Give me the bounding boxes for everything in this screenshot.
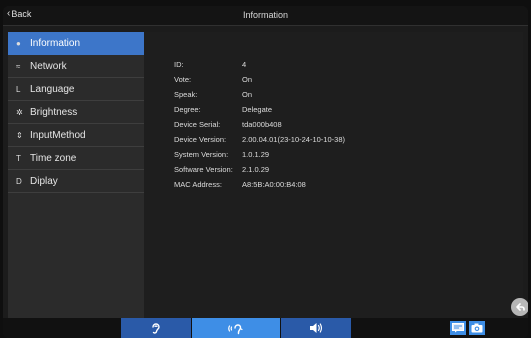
info-row-software-version: Software Version: 2.1.0.29 xyxy=(174,165,269,174)
info-row-degree: Degree: Delegate xyxy=(174,105,272,114)
info-row-speak: Speak: On xyxy=(174,90,252,99)
settings-sidebar: ● Information ≈ Network L Language ✲ Bri… xyxy=(8,32,144,318)
info-label: ID: xyxy=(174,60,184,69)
info-row-device-serial: Device Serial: tda000b408 xyxy=(174,120,282,129)
info-value: On xyxy=(242,75,253,84)
brightness-icon: ✲ xyxy=(16,107,23,117)
speak-icon xyxy=(228,323,243,334)
volume-icon xyxy=(310,323,323,333)
info-row-vote: Vote: On xyxy=(174,75,252,84)
info-label: System Version: xyxy=(174,150,229,159)
return-button[interactable] xyxy=(511,298,528,316)
input-method-icon: ⇕ xyxy=(16,130,23,140)
sidebar-item-label: Brightness xyxy=(30,106,78,118)
camera-icon xyxy=(471,323,483,333)
sidebar-item-language[interactable]: L Language xyxy=(8,78,144,101)
info-row-mac-address: MAC Address: A8:5B:A0:00:B4:08 xyxy=(174,180,306,189)
info-value: Delegate xyxy=(242,105,273,114)
bottom-toolbar xyxy=(3,318,528,338)
info-value: 4 xyxy=(242,60,247,69)
speak-tab[interactable] xyxy=(192,318,280,338)
page-title: Information xyxy=(242,10,289,20)
info-value: On xyxy=(242,90,253,99)
bubble-icon: ● xyxy=(16,38,21,48)
info-value: 1.0.1.29 xyxy=(242,150,270,159)
sidebar-item-label: Time zone xyxy=(30,152,77,164)
sidebar-item-label: Language xyxy=(30,83,75,95)
info-label: Vote: xyxy=(174,75,192,84)
display-icon: D xyxy=(16,176,22,186)
sidebar-item-display[interactable]: D Diplay xyxy=(8,170,144,193)
info-value: 2.1.0.29 xyxy=(242,165,270,174)
sidebar-item-time-zone[interactable]: T Time zone xyxy=(8,147,144,170)
device-screen: ‹ Back Information ● Information ≈ Netwo… xyxy=(3,6,528,338)
chat-button[interactable] xyxy=(450,321,466,335)
sidebar-item-label: Diplay xyxy=(30,175,58,187)
info-label: Device Version: xyxy=(174,135,227,144)
camera-button[interactable] xyxy=(469,321,485,335)
info-label: MAC Address: xyxy=(174,180,222,189)
information-panel: ID: 4 Vote: On Speak: On Degree: Delegat… xyxy=(144,32,523,318)
info-row-system-version: System Version: 1.0.1.29 xyxy=(174,150,269,159)
listen-tab[interactable] xyxy=(121,318,191,338)
info-row-id: ID: 4 xyxy=(174,60,246,69)
language-icon: L xyxy=(16,84,21,94)
info-label: Software Version: xyxy=(174,165,233,174)
sidebar-item-information[interactable]: ● Information xyxy=(8,32,144,55)
sidebar-item-network[interactable]: ≈ Network xyxy=(8,55,144,78)
sidebar-item-label: Information xyxy=(30,37,81,49)
volume-tab[interactable] xyxy=(281,318,351,338)
info-label: Speak: xyxy=(174,90,198,99)
sidebar-item-label: InputMethod xyxy=(30,129,86,141)
time-zone-icon: T xyxy=(16,153,21,163)
info-label: Device Serial: xyxy=(174,120,221,129)
return-arrow-icon xyxy=(516,303,525,311)
info-label: Degree: xyxy=(174,105,201,114)
sidebar-item-brightness[interactable]: ✲ Brightness xyxy=(8,101,144,124)
chat-icon xyxy=(452,323,464,333)
info-row-device-version: Device Version: 2.00.04.01(23-10-24-10-1… xyxy=(174,135,345,144)
sidebar-item-inputmethod[interactable]: ⇕ InputMethod xyxy=(8,124,144,147)
info-value: 2.00.04.01(23-10-24-10-10-38) xyxy=(242,135,345,144)
info-value: A8:5B:A0:00:B4:08 xyxy=(242,180,306,189)
info-value: tda000b408 xyxy=(242,120,282,129)
wifi-icon: ≈ xyxy=(16,61,21,71)
ear-icon xyxy=(152,322,160,334)
title-bar: ‹ Back Information xyxy=(3,6,528,26)
sidebar-item-label: Network xyxy=(30,60,67,72)
